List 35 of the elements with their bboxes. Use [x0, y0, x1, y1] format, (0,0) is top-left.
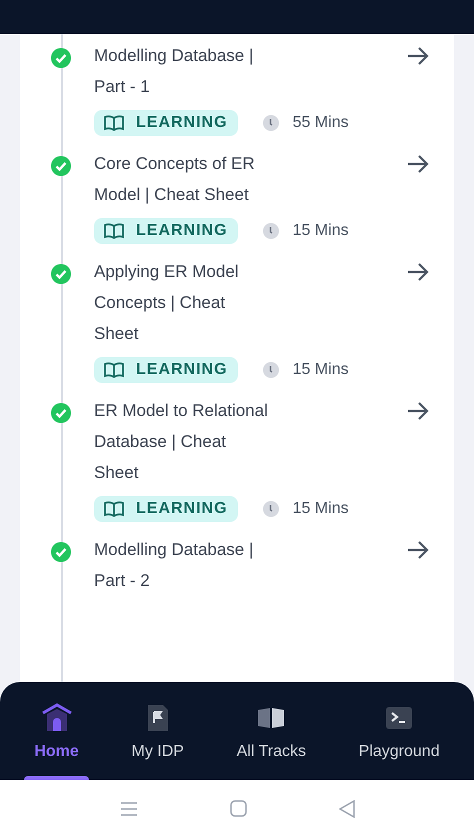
- nav-tab[interactable]: Playground: [348, 702, 450, 780]
- book-icon: [104, 501, 124, 517]
- arrow-right-icon[interactable]: [406, 46, 430, 66]
- clock-icon: [262, 223, 279, 239]
- lesson-title[interactable]: Modelling Database | Part - 2: [94, 534, 271, 596]
- book-icon: [104, 223, 124, 239]
- arrow-right-icon[interactable]: [406, 154, 430, 174]
- clock-icon: [262, 115, 279, 131]
- lesson-title[interactable]: Core Concepts of ER Model | Cheat Sheet: [94, 148, 271, 210]
- lesson-title[interactable]: Modelling Database | Part - 1: [94, 40, 271, 102]
- terminal-icon: [386, 707, 412, 729]
- home-icon: [40, 703, 73, 733]
- clock-icon: [262, 362, 279, 378]
- book-icon: [104, 362, 124, 378]
- arrow-right-icon[interactable]: [406, 262, 430, 282]
- arrow-right-icon[interactable]: [406, 401, 430, 421]
- clock-icon: [262, 501, 279, 517]
- book-icon: [104, 115, 124, 131]
- book-icon: [257, 707, 286, 729]
- duration: 15 Mins: [292, 499, 349, 519]
- nav-tab[interactable]: All Tracks: [226, 702, 316, 780]
- flag-document-icon: [146, 703, 170, 733]
- active-indicator: [24, 776, 89, 780]
- duration: 15 Mins: [292, 360, 349, 380]
- tag-label: LEARNING: [136, 499, 228, 519]
- duration: 15 Mins: [292, 221, 349, 241]
- tag-label: LEARNING: [136, 113, 228, 133]
- nav-tab[interactable]: Home: [24, 702, 89, 780]
- arrow-right-icon[interactable]: [406, 540, 430, 560]
- nav-tab[interactable]: My IDP: [121, 702, 194, 780]
- lesson-title[interactable]: ER Model to Relational Database | Cheat Sheet: [94, 395, 271, 488]
- tag-label: LEARNING: [136, 360, 228, 380]
- lesson-title[interactable]: Applying ER Model Concepts | Cheat Sheet: [94, 256, 271, 349]
- tag-label: LEARNING: [136, 221, 228, 241]
- duration: 55 Mins: [292, 113, 349, 133]
